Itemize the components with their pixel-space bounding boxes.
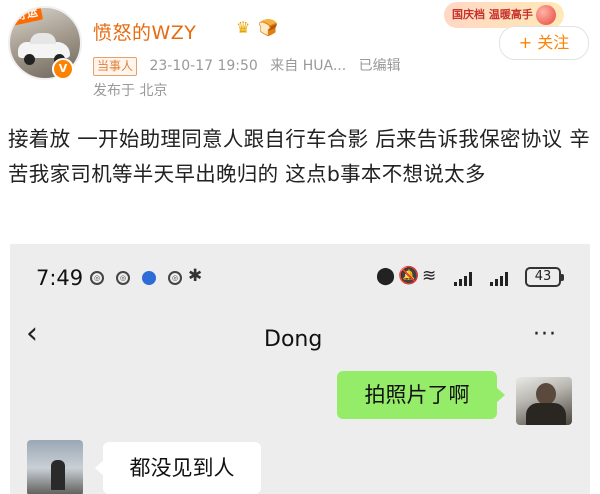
mute-icon: 🔕: [398, 266, 420, 286]
battery-icon: 43: [525, 267, 564, 287]
phone-status-bar: 7:49 ◎ ◎ ◎ ✱ ⬤ 🔕 ≋ 43: [10, 244, 590, 314]
notification-icon: ◎: [116, 271, 130, 285]
crown-icon: ♛: [236, 18, 251, 37]
status-time: 7:49: [36, 266, 84, 290]
author-name[interactable]: 愤怒的WZY: [93, 18, 196, 45]
back-icon[interactable]: ‹: [26, 319, 38, 349]
avatar-figure: [526, 403, 566, 425]
message-bubble-outgoing[interactable]: 拍照片了啊: [337, 371, 505, 419]
post-text: 接着放 一开始助理同意人跟自行车合影 后来告诉我保密协议 辛苦我家司机等半天早出…: [8, 127, 591, 186]
notification-icon: ◎: [90, 271, 104, 285]
post-meta: 当事人 23-10-17 19:50 来自 HUA... 已编辑: [93, 55, 409, 76]
post-timestamp: 23-10-17 19:50: [149, 58, 258, 74]
edited-label[interactable]: 已编辑: [359, 58, 401, 74]
contact-avatar[interactable]: [27, 440, 83, 494]
location-icon: ⬤: [376, 266, 396, 286]
chat-title: Dong: [264, 327, 323, 352]
avatar-wheel: [24, 54, 35, 65]
avatar-figure: [51, 460, 65, 490]
event-badge-label: 国庆档 温暖高手: [452, 8, 533, 21]
my-avatar[interactable]: [516, 377, 572, 425]
verified-icon: V: [52, 58, 74, 80]
bluetooth-icon: ✱: [188, 266, 203, 286]
message-bubble-incoming[interactable]: 都没见到人: [95, 442, 261, 494]
event-badge-icon: [536, 5, 556, 25]
notification-icon: [142, 271, 156, 285]
role-badge: 当事人: [93, 57, 138, 76]
notification-icon: ◎: [168, 271, 182, 285]
more-icon[interactable]: ···: [533, 322, 557, 347]
wifi-icon: ≋: [422, 266, 437, 286]
avatar-figure: [536, 383, 556, 405]
bread-icon: 🍞: [258, 18, 278, 37]
signal-icon: [490, 272, 510, 286]
follow-button[interactable]: + 关注: [499, 26, 589, 60]
attached-screenshot[interactable]: 7:49 ◎ ◎ ◎ ✱ ⬤ 🔕 ≋ 43 ‹ Dong ··· 拍照片了啊 都…: [10, 244, 590, 494]
signal-icon: [454, 272, 474, 286]
post-location: 发布于 北京: [93, 83, 168, 99]
event-badge[interactable]: 国庆档 温暖高手: [444, 2, 564, 28]
avatar-tag: 好运: [10, 8, 44, 26]
post-source: 来自 HUA...: [270, 58, 347, 74]
